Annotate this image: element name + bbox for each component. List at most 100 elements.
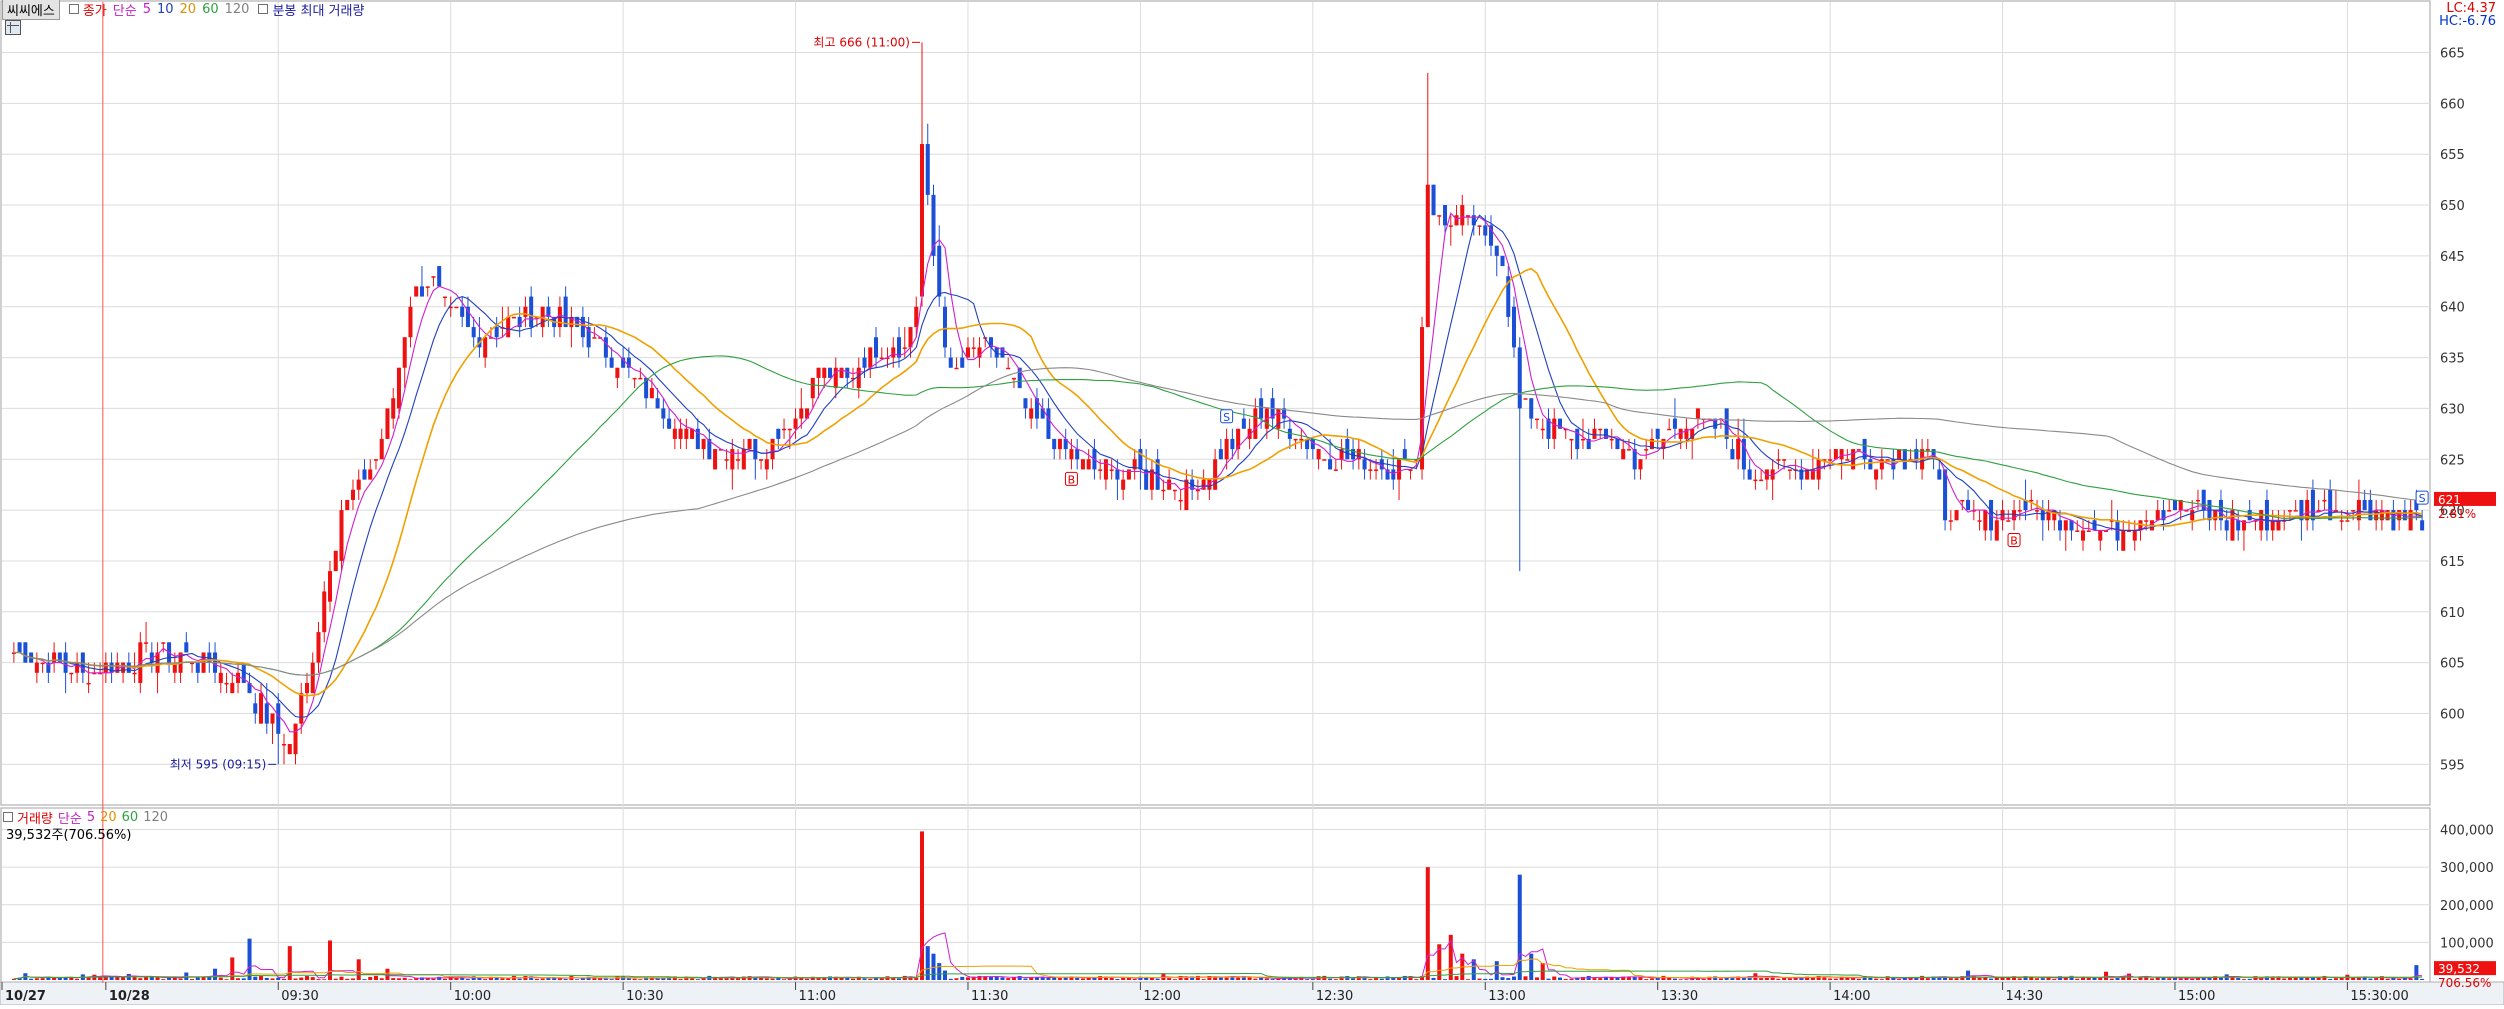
volume-bar: [2385, 978, 2390, 980]
volume-ma5: 5: [86, 809, 96, 825]
candle-body: [1759, 479, 1764, 482]
candle-body: [678, 428, 683, 439]
price-candle: [368, 459, 373, 480]
price-tick-label: 655: [2440, 148, 2465, 163]
volume-bar: [2092, 977, 2097, 980]
price-tick-label: 645: [2440, 250, 2465, 265]
price-candle: [1534, 418, 1540, 429]
price-candle: [1121, 469, 1126, 500]
price-candle: [350, 479, 355, 511]
price-candle: [419, 266, 424, 297]
price-candle: [1477, 225, 1482, 236]
volume-bar: [1379, 978, 1384, 980]
volume-bar: [460, 977, 465, 980]
price-candle: [402, 337, 407, 389]
candle-body: [1856, 449, 1861, 451]
price-candle: [155, 642, 160, 694]
volume-bar: [1057, 978, 1062, 980]
volume-bar: [1649, 978, 1654, 980]
volume-bar: [63, 977, 68, 980]
price-candle: [437, 266, 442, 287]
price-candle: [1052, 438, 1057, 460]
volume-bar: [2167, 978, 2172, 980]
stock-name[interactable]: 씨씨에스: [2, 0, 60, 20]
candle-body: [345, 499, 350, 511]
candle-body: [2098, 530, 2103, 541]
volume-bar: [1500, 977, 1505, 980]
volume-bar: [724, 978, 729, 980]
time-tick-label: 10/28: [109, 989, 150, 1004]
volume-tag-value: 39,532: [2438, 962, 2480, 976]
price-candle: [1730, 438, 1735, 460]
price-candle: [1954, 510, 1959, 521]
price-candle: [1638, 459, 1643, 480]
chart-root[interactable]: 595 600 605 610 615 620 625 630 635 640 645 650 655 6…: [0, 0, 2504, 1006]
price-candle: [2190, 499, 2195, 531]
price-pane-frame: [0, 0, 2431, 806]
price-candle: [2046, 499, 2051, 531]
volume-bar: [1011, 977, 1016, 980]
volume-bar: [575, 979, 580, 980]
volume-bar: [988, 977, 993, 980]
volume-bar: [1006, 978, 1011, 980]
candle-body: [1477, 225, 1482, 227]
candle-body: [724, 459, 729, 461]
price-candle: [1868, 449, 1873, 470]
price-candle: [414, 286, 419, 297]
volume-bar: [517, 978, 522, 980]
price-candle: [1443, 205, 1448, 236]
volume-bar: [29, 978, 34, 980]
candle-body: [1322, 459, 1327, 461]
time-tick-label: 12:00: [1143, 989, 1180, 1004]
volume-bar: [2368, 978, 2373, 980]
candle-body: [2040, 510, 2045, 521]
volume-bar: [1425, 867, 1430, 980]
price-candle: [919, 42, 925, 307]
price-candle: [483, 337, 488, 368]
volume-bar: [782, 979, 787, 980]
candle-body: [1172, 489, 1177, 492]
table-icon[interactable]: [5, 20, 21, 35]
price-candle: [161, 642, 166, 653]
candle-body: [1224, 438, 1229, 460]
price-candle: [965, 337, 970, 358]
candle-body: [1753, 479, 1758, 482]
price-candle: [1425, 72, 1430, 328]
volume-bar: [322, 979, 327, 980]
legend-toggle-icon[interactable]: [68, 4, 79, 14]
volume-bar: [350, 978, 355, 980]
volume-bar: [241, 978, 246, 980]
price-tick-label: 605: [2440, 657, 2465, 672]
price-candle: [942, 296, 947, 358]
volume-bar: [270, 978, 275, 980]
price-candle: [339, 499, 344, 572]
candle-body: [799, 408, 804, 419]
volume-bar: [40, 978, 45, 980]
volume-bar: [34, 978, 39, 980]
candle-body: [1167, 479, 1172, 490]
price-candle: [1736, 418, 1741, 470]
volume-bar: [1172, 979, 1177, 980]
price-candle: [1155, 449, 1160, 490]
price-candle: [356, 469, 361, 500]
price-candle: [1523, 398, 1528, 400]
candle-body: [736, 459, 741, 461]
price-candle: [408, 296, 413, 348]
volume-bar: [1489, 978, 1494, 980]
volume-bar: [1483, 978, 1488, 980]
candle-body: [2293, 510, 2298, 512]
volume-bar: [1264, 978, 1269, 980]
price-candle: [1914, 438, 1919, 470]
volume-bar: [1080, 978, 1085, 980]
legend-toggle-icon-2[interactable]: [258, 4, 269, 14]
price-candle: [1897, 449, 1902, 460]
price-candle: [2356, 479, 2361, 531]
buy-marker-label: B: [1068, 473, 1076, 486]
price-candle: [1874, 469, 1879, 490]
volume-toggle-icon[interactable]: [3, 812, 13, 822]
time-tick-label: 11:00: [799, 989, 836, 1004]
price-tick-label: 610: [2440, 606, 2465, 621]
candle-body: [396, 367, 401, 409]
candle-body: [1109, 469, 1114, 471]
price-candle: [391, 388, 396, 429]
